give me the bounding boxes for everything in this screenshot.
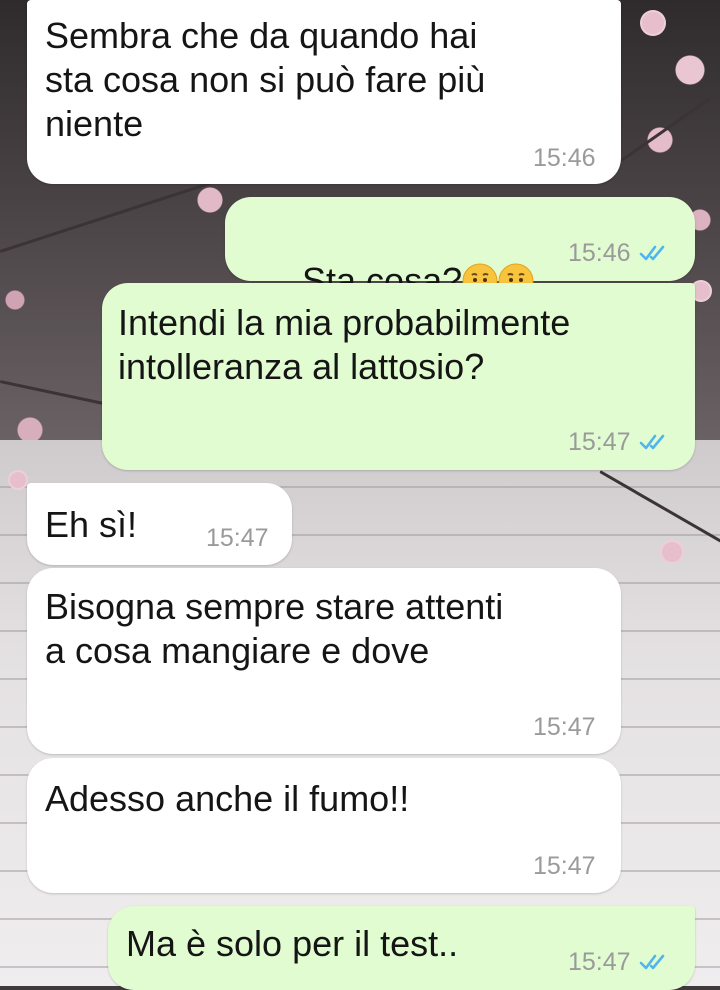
- message-text: Adesso anche il fumo!!: [45, 778, 410, 819]
- message-text: Ma è solo per il test..: [126, 923, 459, 964]
- message-list[interactable]: Sembra che da quando hai sta cosa non si…: [0, 0, 720, 990]
- message-bubble-outgoing[interactable]: Ma è solo per il test.. 15:47: [108, 906, 695, 990]
- message-timestamp: 15:46: [533, 144, 596, 172]
- message-text: Eh sì!: [45, 504, 138, 545]
- message-timestamp: 15:47: [568, 948, 669, 976]
- read-receipt-icon: [639, 245, 664, 261]
- message-timestamp: 15:47: [533, 852, 596, 880]
- message-bubble-outgoing[interactable]: Sta cosa? 15:46: [225, 197, 695, 301]
- read-receipt-icon: [639, 434, 664, 450]
- message-timestamp: 15:46: [568, 239, 669, 267]
- message-timestamp: 15:47: [533, 713, 596, 741]
- message-timestamp: 15:47: [568, 428, 669, 456]
- message-text: Bisogna sempre stare attenti a cosa mang…: [45, 586, 504, 671]
- message-bubble-incoming[interactable]: Eh sì! 15:47: [27, 483, 292, 565]
- message-text: Intendi la mia probabilmente intolleranz…: [118, 302, 571, 387]
- message-bubble-incoming[interactable]: Adesso anche il fumo!! 15:47: [27, 758, 621, 893]
- message-bubble-outgoing[interactable]: Intendi la mia probabilmente intolleranz…: [102, 283, 695, 470]
- message-text: Sembra che da quando hai sta cosa non si…: [45, 15, 486, 144]
- message-timestamp: 15:47: [206, 524, 269, 552]
- message-bubble-incoming[interactable]: Sembra che da quando hai sta cosa non si…: [27, 0, 621, 184]
- message-bubble-incoming[interactable]: Bisogna sempre stare attenti a cosa mang…: [27, 568, 621, 754]
- read-receipt-icon: [639, 954, 664, 970]
